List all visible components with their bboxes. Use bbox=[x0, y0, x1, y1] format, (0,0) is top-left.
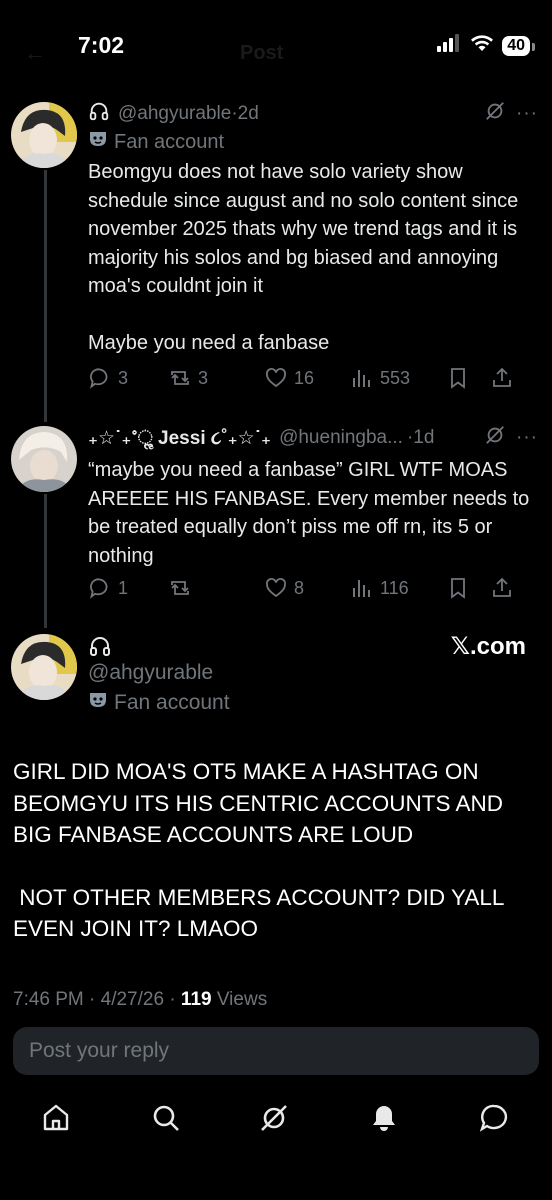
headphones-icon bbox=[88, 634, 112, 663]
signal-icon bbox=[436, 34, 462, 57]
battery-indicator: 40 bbox=[502, 35, 535, 56]
status-bar: ← 7:02 Post 40 bbox=[0, 0, 552, 90]
tweet-time[interactable]: 2d bbox=[238, 103, 259, 125]
display-name[interactable]: ₊☆˙₊˚ૢ Jessi ૮˚₊☆˙₊ bbox=[88, 427, 271, 450]
tweet-actions: 3 3 16 553 bbox=[88, 366, 538, 390]
views-icon bbox=[353, 580, 370, 597]
tweet-paragraph: GIRL DID MOA'S OT5 MAKE A HASHTAG ON BEO… bbox=[13, 759, 504, 847]
grok-icon[interactable] bbox=[258, 1102, 290, 1134]
reply-count: 3 bbox=[118, 367, 129, 388]
share-button[interactable] bbox=[490, 366, 514, 390]
tweet-header: @ahgyurable · 2d ··· bbox=[88, 100, 538, 128]
fan-account-badge: Fan account bbox=[88, 691, 230, 715]
views-button[interactable]: 553 bbox=[350, 366, 446, 390]
repost-icon bbox=[171, 371, 189, 385]
fan-account-badge: Fan account bbox=[88, 130, 538, 154]
repost-icon bbox=[171, 581, 189, 595]
grok-icon[interactable] bbox=[484, 100, 506, 128]
repost-count: 3 bbox=[198, 367, 209, 388]
status-time: 7:02 bbox=[78, 32, 125, 58]
tweet-paragraph: NOT OTHER MEMBERS ACCOUNT? DID YALL EVEN… bbox=[13, 884, 510, 942]
reply-button[interactable]: 3 bbox=[88, 366, 168, 390]
thread-line bbox=[44, 170, 47, 422]
share-icon bbox=[493, 367, 511, 387]
reply-input[interactable]: Post your reply bbox=[13, 1027, 539, 1075]
like-button[interactable]: 8 bbox=[264, 576, 350, 600]
heart-icon bbox=[266, 368, 286, 388]
reply-button[interactable]: 1 bbox=[88, 576, 168, 600]
thread-line bbox=[44, 494, 47, 628]
back-arrow-icon[interactable]: ← bbox=[24, 40, 46, 66]
grok-icon[interactable] bbox=[484, 424, 506, 452]
page-title: Post bbox=[240, 42, 284, 64]
avatar[interactable] bbox=[11, 102, 77, 168]
tweet-actions: 1 8 116 bbox=[88, 576, 538, 600]
reply-icon bbox=[90, 578, 108, 599]
views-label: Views bbox=[211, 989, 268, 1010]
views-count[interactable]: 119 bbox=[181, 989, 212, 1010]
tweet-2[interactable]: ₊☆˙₊˚ૢ Jessi ૮˚₊☆˙₊ @hueningba... · 1d ·… bbox=[88, 424, 538, 570]
badge-label: Fan account bbox=[114, 130, 225, 153]
badge-label: Fan account bbox=[114, 691, 230, 714]
tweet-handle[interactable]: @hueningba... bbox=[279, 427, 403, 449]
mask-icon bbox=[88, 691, 108, 715]
bookmark-icon bbox=[451, 368, 465, 389]
tweet-metadata: 7:46 PM · 4/27/26 · 119 Views bbox=[13, 989, 267, 1011]
bookmark-button[interactable] bbox=[446, 366, 490, 390]
views-count: 116 bbox=[380, 577, 409, 598]
search-icon[interactable] bbox=[150, 1102, 182, 1134]
avatar[interactable] bbox=[11, 426, 77, 492]
repost-button[interactable]: 3 bbox=[168, 366, 264, 390]
views-count: 553 bbox=[380, 367, 411, 388]
tweet-body: “maybe you need a fanbase” GIRL WTF MOAS… bbox=[88, 456, 538, 570]
mask-icon bbox=[88, 130, 108, 154]
views-icon bbox=[353, 370, 370, 387]
share-button[interactable] bbox=[490, 576, 514, 600]
messages-icon[interactable] bbox=[478, 1102, 510, 1134]
headphones-icon bbox=[88, 100, 110, 128]
tweet-paragraph: “maybe you need a fanbase” GIRL WTF MOAS… bbox=[88, 459, 530, 567]
main-handle[interactable]: @ahgyurable bbox=[88, 661, 213, 685]
wifi-icon bbox=[470, 34, 494, 57]
main-tweet-body: GIRL DID MOA'S OT5 MAKE A HASHTAG ON BEO… bbox=[13, 756, 533, 945]
views-button[interactable]: 116 bbox=[350, 576, 446, 600]
status-icons: 40 bbox=[436, 34, 535, 57]
like-count: 16 bbox=[294, 367, 315, 388]
avatar[interactable] bbox=[11, 634, 77, 700]
tweet-paragraph: Beomgyu does not have solo variety show … bbox=[88, 161, 519, 297]
tweet-time[interactable]: 1d bbox=[413, 427, 434, 449]
bookmark-button[interactable] bbox=[446, 576, 490, 600]
heart-icon bbox=[266, 578, 286, 598]
tweet-timestamp: 7:46 PM · 4/27/26 · bbox=[13, 989, 181, 1010]
home-icon[interactable] bbox=[40, 1102, 72, 1134]
reply-icon bbox=[90, 368, 108, 389]
bottom-nav bbox=[0, 1094, 552, 1144]
tweet-1[interactable]: @ahgyurable · 2d ··· Fan account Beomgyu… bbox=[88, 100, 538, 357]
x-watermark: 𝕏.com bbox=[450, 633, 526, 660]
repost-button[interactable] bbox=[168, 576, 264, 600]
more-options-icon[interactable]: ··· bbox=[516, 427, 538, 449]
tweet-header: ₊☆˙₊˚ૢ Jessi ૮˚₊☆˙₊ @hueningba... · 1d ·… bbox=[88, 424, 538, 452]
more-options-icon[interactable]: ··· bbox=[516, 103, 538, 125]
share-icon bbox=[493, 577, 511, 597]
like-button[interactable]: 16 bbox=[264, 366, 350, 390]
tweet-body: Beomgyu does not have solo variety show … bbox=[88, 158, 538, 357]
bookmark-icon bbox=[451, 578, 465, 599]
like-count: 8 bbox=[294, 577, 305, 598]
notifications-icon[interactable] bbox=[368, 1102, 400, 1134]
tweet-handle[interactable]: @ahgyurable bbox=[118, 103, 231, 125]
tweet-paragraph: Maybe you need a fanbase bbox=[88, 331, 330, 354]
reply-count: 1 bbox=[118, 577, 129, 598]
